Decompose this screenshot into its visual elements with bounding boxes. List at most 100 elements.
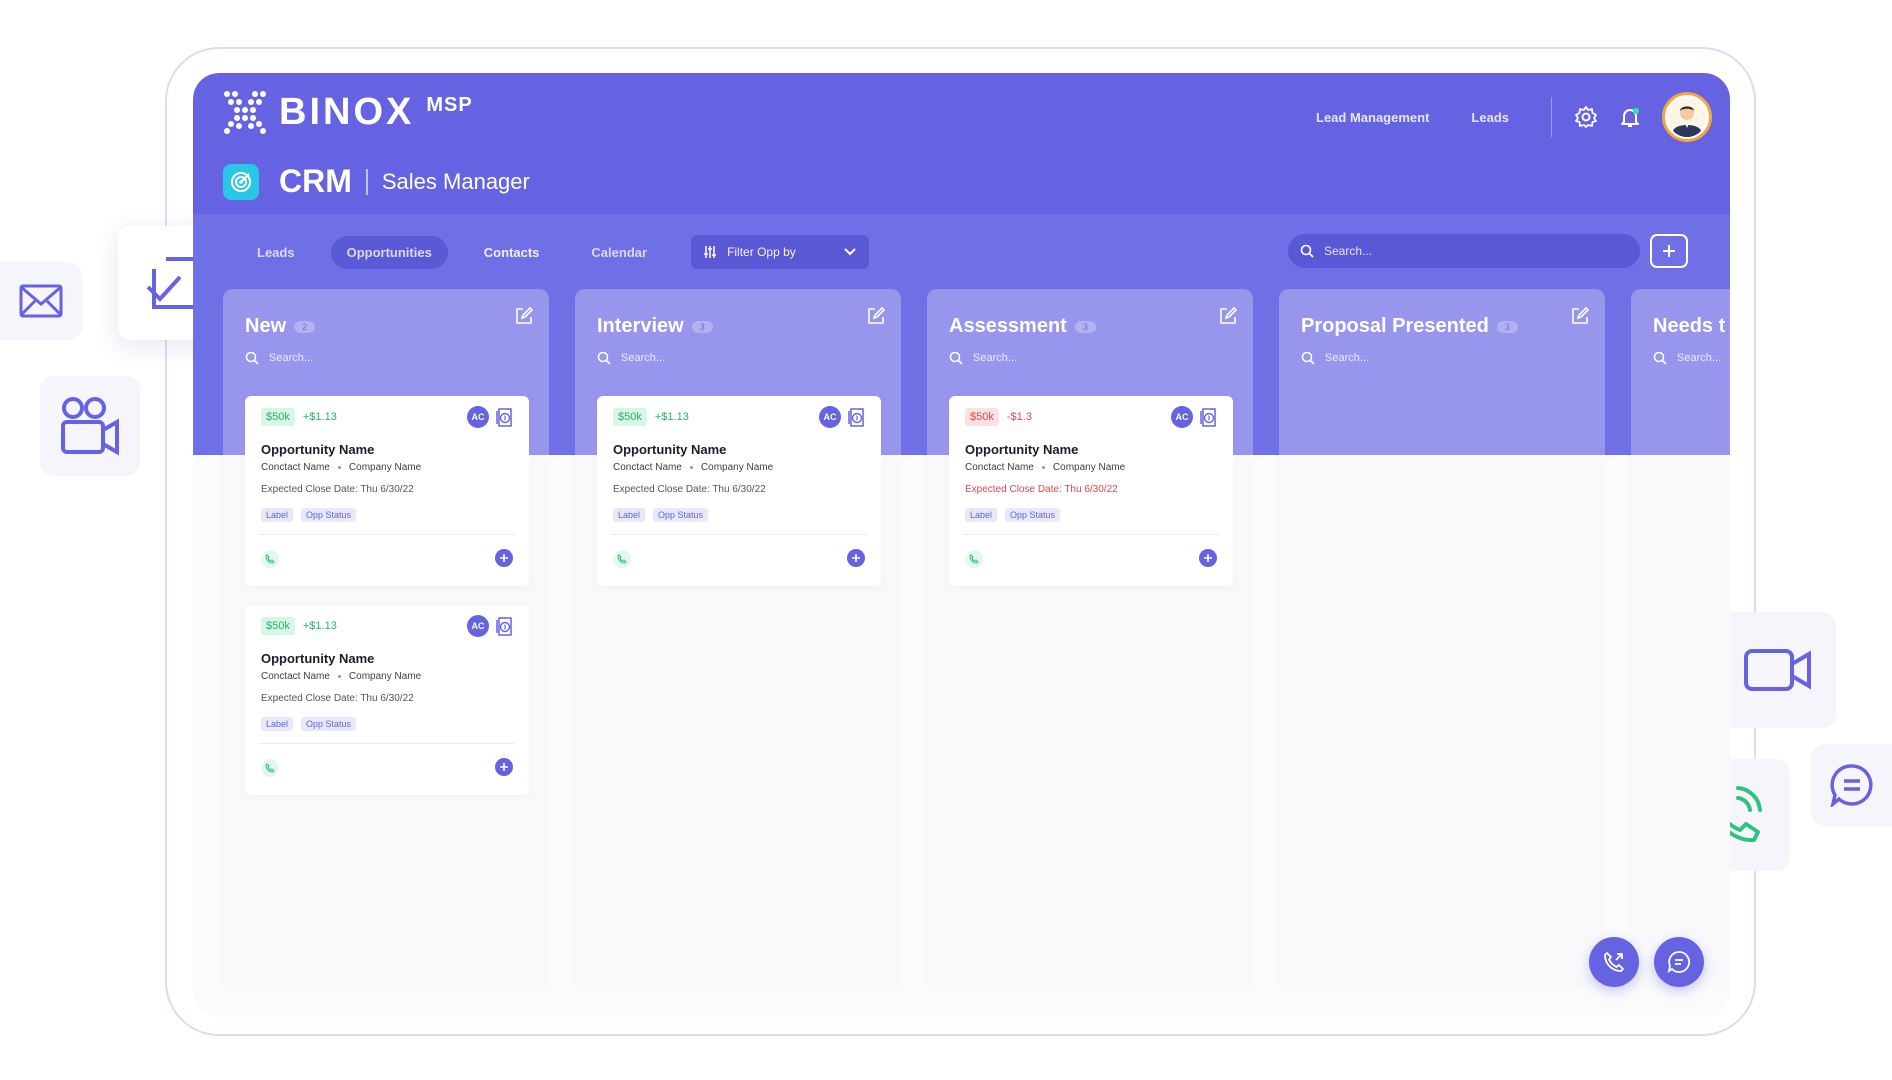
column-search-input[interactable]: Search... bbox=[597, 351, 665, 365]
column-title: Assessment bbox=[949, 315, 1067, 337]
phone-icon bbox=[617, 554, 627, 564]
invoice-icon[interactable] bbox=[495, 406, 515, 428]
company-name[interactable]: Company Name bbox=[1053, 462, 1125, 473]
filter-dropdown[interactable]: Filter Opp by bbox=[691, 235, 870, 269]
column-header: New 2 bbox=[245, 315, 316, 338]
video-camera-icon bbox=[1744, 649, 1811, 691]
sliders-icon bbox=[704, 246, 717, 258]
gear-icon[interactable] bbox=[1574, 105, 1598, 129]
column-search-input[interactable]: Search... bbox=[1301, 351, 1369, 365]
bell-icon[interactable] bbox=[1618, 105, 1642, 129]
status-tag[interactable]: Opp Status bbox=[301, 717, 357, 731]
pipeline-column-new: New 2 Search... $50k +$1.13 AC Opportuni… bbox=[223, 289, 549, 989]
phone-outgoing-icon bbox=[1604, 952, 1624, 972]
column-search-input[interactable]: Search... bbox=[949, 351, 1017, 365]
card-contact-row: Conctact Name Company Name bbox=[613, 462, 773, 473]
edit-icon[interactable] bbox=[1219, 307, 1237, 325]
nav-leads[interactable]: Leads bbox=[1471, 110, 1509, 125]
search-icon bbox=[597, 351, 611, 365]
call-button[interactable] bbox=[261, 550, 279, 568]
tab-leads[interactable]: Leads bbox=[241, 236, 311, 269]
owner-avatar[interactable]: AC bbox=[467, 406, 489, 428]
contact-name[interactable]: Conctact Name bbox=[613, 462, 682, 473]
call-button[interactable] bbox=[965, 550, 983, 568]
label-tag[interactable]: Label bbox=[613, 508, 646, 522]
card-value-row: $50k +$1.13 bbox=[261, 408, 337, 426]
card-tags: Label Opp Status bbox=[261, 508, 364, 522]
opportunity-card[interactable]: $50k +$1.13 AC Opportunity Name Conctact… bbox=[597, 396, 881, 586]
chat-icon bbox=[1829, 764, 1873, 807]
target-icon bbox=[231, 171, 251, 192]
contact-name[interactable]: Conctact Name bbox=[261, 462, 330, 473]
company-name[interactable]: Company Name bbox=[349, 671, 421, 682]
plus-icon bbox=[500, 763, 508, 771]
call-button[interactable] bbox=[613, 550, 631, 568]
label-tag[interactable]: Label bbox=[261, 717, 294, 731]
search-icon bbox=[1301, 351, 1315, 365]
column-title: New bbox=[245, 315, 287, 337]
card-divider bbox=[963, 534, 1219, 535]
plus-icon bbox=[1204, 554, 1212, 562]
add-activity-button[interactable] bbox=[1199, 549, 1217, 567]
label-tag[interactable]: Label bbox=[261, 508, 294, 522]
contact-name[interactable]: Conctact Name bbox=[965, 462, 1034, 473]
tab-contacts[interactable]: Contacts bbox=[468, 236, 556, 269]
status-tag[interactable]: Opp Status bbox=[301, 508, 357, 522]
status-tag[interactable]: Opp Status bbox=[1005, 508, 1061, 522]
logo-mark-icon bbox=[224, 91, 266, 134]
company-name[interactable]: Company Name bbox=[349, 462, 421, 473]
brand-logo[interactable]: BINOX MSP bbox=[223, 90, 473, 134]
column-search-placeholder: Search... bbox=[1677, 352, 1722, 364]
mail-tile bbox=[0, 262, 82, 340]
column-header: Assessment 3 bbox=[949, 315, 1096, 338]
meta-separator bbox=[337, 675, 341, 678]
add-activity-button[interactable] bbox=[495, 758, 513, 776]
call-fab[interactable] bbox=[1589, 937, 1639, 987]
column-search-input[interactable]: Search... bbox=[1653, 351, 1721, 365]
edit-icon[interactable] bbox=[1571, 307, 1589, 325]
label-tag[interactable]: Label bbox=[965, 508, 998, 522]
owner-avatar[interactable]: AC bbox=[1171, 406, 1193, 428]
global-search-input[interactable]: Search... bbox=[1288, 234, 1640, 268]
page-subtitle: Sales Manager bbox=[381, 168, 530, 194]
edit-icon[interactable] bbox=[867, 307, 885, 325]
invoice-icon[interactable] bbox=[495, 615, 515, 637]
video-conference-tile bbox=[40, 376, 140, 476]
opportunity-card[interactable]: $50k +$1.13 AC Opportunity Name Conctact… bbox=[245, 396, 529, 586]
brand-name: BINOX bbox=[279, 90, 415, 133]
invoice-icon[interactable] bbox=[847, 406, 867, 428]
expected-close-date: Expected Close Date: Thu 6/30/22 bbox=[261, 484, 414, 495]
video-camera-tile bbox=[1720, 612, 1836, 728]
video-conference-icon bbox=[61, 397, 119, 456]
user-portrait-icon bbox=[1668, 98, 1706, 137]
tab-calendar[interactable]: Calendar bbox=[575, 236, 663, 269]
status-tag[interactable]: Opp Status bbox=[653, 508, 709, 522]
company-name[interactable]: Company Name bbox=[701, 462, 773, 473]
owner-avatar[interactable]: AC bbox=[819, 406, 841, 428]
column-search-input[interactable]: Search... bbox=[245, 351, 313, 365]
deal-amount: $50k bbox=[613, 408, 647, 426]
opportunity-card[interactable]: $50k +$1.13 AC Opportunity Name Conctact… bbox=[245, 605, 529, 795]
call-button[interactable] bbox=[261, 759, 279, 777]
crm-badge bbox=[223, 163, 259, 200]
add-opportunity-button[interactable] bbox=[1650, 234, 1688, 268]
search-icon bbox=[245, 351, 259, 365]
deal-delta: +$1.13 bbox=[302, 620, 337, 632]
chevron-down-icon bbox=[844, 248, 856, 256]
user-avatar[interactable] bbox=[1662, 92, 1712, 142]
title-divider bbox=[365, 168, 368, 195]
add-activity-button[interactable] bbox=[847, 549, 865, 567]
owner-avatar[interactable]: AC bbox=[467, 615, 489, 637]
edit-icon[interactable] bbox=[515, 307, 533, 325]
chat-fab[interactable] bbox=[1654, 937, 1704, 987]
opportunity-card[interactable]: $50k -$1.3 AC Opportunity Name Conctact … bbox=[949, 396, 1233, 586]
add-activity-button[interactable] bbox=[495, 549, 513, 567]
contact-name[interactable]: Conctact Name bbox=[261, 671, 330, 682]
invoice-icon[interactable] bbox=[1199, 406, 1219, 428]
meta-separator bbox=[337, 466, 341, 469]
column-count-badge: 3 bbox=[691, 320, 713, 333]
tab-opportunities[interactable]: Opportunities bbox=[330, 235, 448, 269]
phone-icon bbox=[265, 763, 275, 773]
nav-lead-management[interactable]: Lead Management bbox=[1316, 110, 1429, 125]
deal-delta: +$1.13 bbox=[302, 411, 337, 423]
